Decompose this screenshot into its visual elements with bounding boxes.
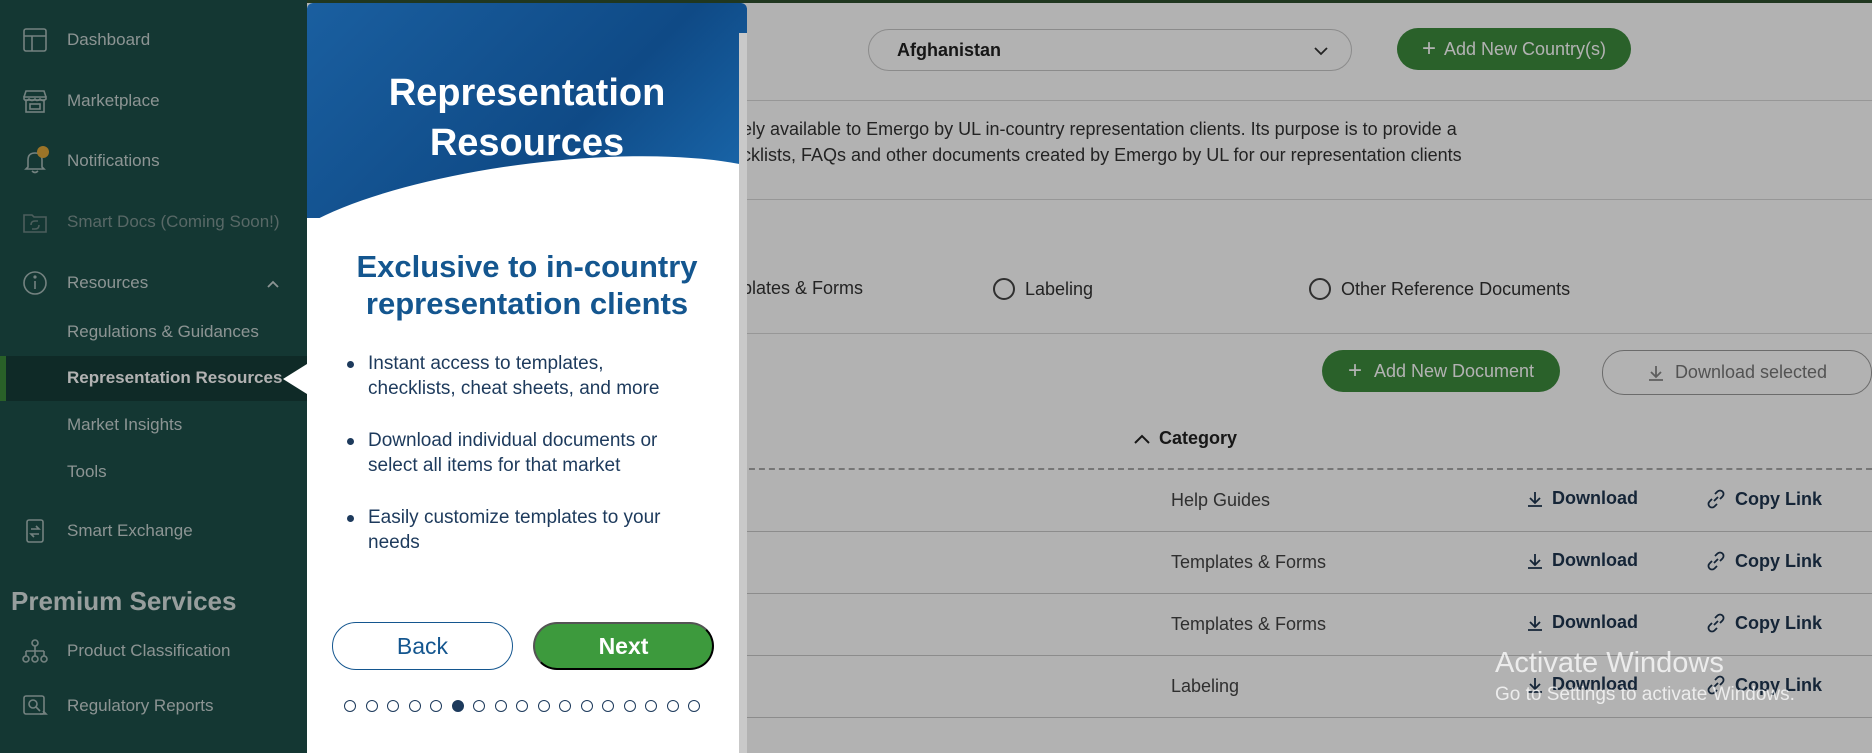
modal-scrollbar[interactable] (739, 33, 747, 753)
step-dot[interactable] (666, 700, 679, 712)
step-dot[interactable] (387, 700, 399, 712)
feature-line: checklists, cheat sheets, and more (368, 378, 660, 399)
modal-title: Representation Resources (307, 68, 747, 168)
modal-backdrop[interactable] (0, 0, 1872, 753)
modal-title-line: Representation (388, 72, 666, 114)
modal-pointer (283, 364, 307, 394)
step-dot[interactable] (451, 700, 464, 712)
feature-line: needs (368, 532, 420, 553)
modal-heading-line: Exclusive to in-country (356, 249, 698, 284)
feature-list: Instant access to templates, checklists,… (342, 351, 722, 582)
modal-heading-line: representation clients (365, 286, 689, 321)
watermark-line: Go to Settings to activate Windows. (1495, 684, 1795, 705)
step-dot[interactable] (494, 700, 507, 712)
next-button[interactable]: Next (533, 622, 714, 670)
windows-watermark: Activate Windows Go to Settings to activ… (1495, 647, 1795, 706)
step-dot[interactable] (602, 700, 614, 712)
onboarding-modal: Representation Resources Exclusive to in… (307, 3, 747, 753)
step-dot[interactable] (580, 700, 593, 712)
step-dot[interactable] (516, 700, 528, 712)
step-dot[interactable] (537, 700, 550, 712)
feature-item: Easily customize templates to your needs (342, 505, 722, 555)
feature-line: Easily customize templates to your (368, 507, 661, 528)
feature-line: Download individual documents or (368, 430, 658, 451)
step-indicator (344, 700, 700, 712)
feature-line: select all items for that market (368, 455, 621, 476)
modal-title-line: Resources (429, 122, 625, 164)
back-button[interactable]: Back (332, 622, 513, 670)
step-dot[interactable] (344, 700, 356, 712)
step-dot[interactable] (473, 700, 485, 712)
feature-item: Download individual documents or select … (342, 428, 722, 478)
step-dot[interactable] (559, 700, 571, 712)
step-dot[interactable] (430, 700, 442, 712)
step-dot[interactable] (408, 700, 421, 712)
step-dot[interactable] (688, 700, 700, 712)
feature-item: Instant access to templates, checklists,… (342, 351, 722, 401)
step-dot[interactable] (623, 700, 636, 712)
step-dot[interactable] (365, 700, 378, 712)
feature-line: Instant access to templates, (368, 353, 604, 374)
modal-heading: Exclusive to in-country representation c… (327, 248, 727, 322)
step-dot[interactable] (645, 700, 657, 712)
watermark-line: Activate Windows (1495, 647, 1724, 679)
